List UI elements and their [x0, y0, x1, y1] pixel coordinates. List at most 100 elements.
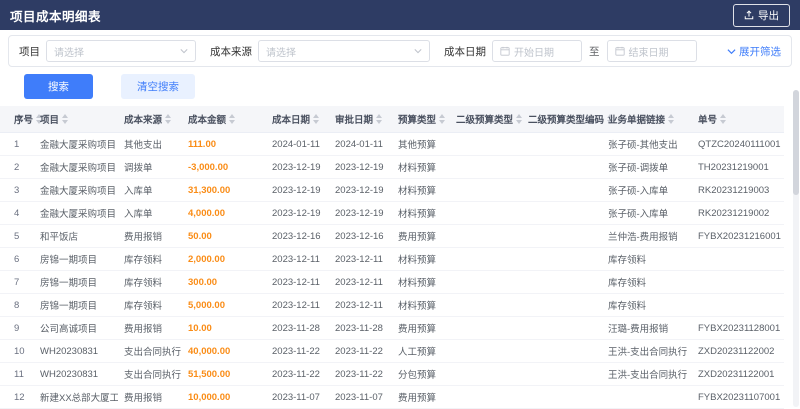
cell-cost-date: 2023-11-07 — [266, 385, 329, 409]
column-header-cost-amount[interactable]: 成本金额 — [182, 106, 266, 133]
page-title: 项目成本明细表 — [10, 9, 102, 24]
cell-sub-budget-type — [450, 132, 522, 156]
app-window: 项目成本明细表 导出 项目 请选择 成本来源 请选择 成本日期 开始日期 至 结… — [0, 0, 800, 409]
column-header-approve-date[interactable]: 审批日期 — [329, 106, 392, 133]
column-header-project[interactable]: 项目 — [34, 106, 118, 133]
cost-source-select[interactable]: 请选择 — [258, 40, 430, 62]
cell-doc-no: QTZC20240111001 — [692, 132, 784, 156]
cell-approve-date: 2023-11-28 — [329, 316, 392, 340]
cell-doc-no: FYBX20231128001 — [692, 316, 784, 340]
column-header-sub-budget-code[interactable]: 二级预算类型编码 — [522, 106, 614, 133]
cell-sub-budget-type — [450, 155, 522, 179]
cell-no: 12 — [0, 385, 34, 409]
cell-doc-link[interactable]: 张子硕-其他支出 — [602, 132, 692, 156]
column-header-doc-link[interactable]: 业务单据链接 — [602, 106, 692, 133]
column-label: 业务单据链接 — [608, 115, 666, 126]
cell-cost-date: 2023-12-11 — [266, 270, 329, 294]
expand-filter-toggle[interactable]: 展开筛选 — [727, 44, 781, 59]
expand-filter-label: 展开筛选 — [739, 45, 781, 58]
cell-sub-budget-code — [522, 201, 602, 225]
cell-budget-type: 材料预算 — [392, 247, 450, 271]
sort-icon — [229, 114, 236, 124]
column-label: 审批日期 — [335, 115, 374, 126]
cell-doc-no: RK20231219003 — [692, 178, 784, 202]
cell-approve-date: 2023-12-11 — [329, 293, 392, 317]
cell-sub-budget-type — [450, 270, 522, 294]
column-header-cost-date[interactable]: 成本日期 — [266, 106, 329, 133]
cell-budget-type: 材料预算 — [392, 293, 450, 317]
cell-budget-type: 费用预算 — [392, 224, 450, 248]
cell-project: 房锦一期项目 — [34, 293, 118, 317]
search-button[interactable]: 搜索 — [24, 74, 93, 99]
cell-cost-date: 2024-01-11 — [266, 132, 329, 156]
cell-doc-link[interactable]: 库存领料 — [602, 247, 692, 271]
column-header-no[interactable]: 序号 — [0, 106, 43, 133]
sort-icon — [439, 114, 446, 124]
cell-approve-date: 2023-11-22 — [329, 339, 392, 363]
cell-cost-date: 2023-11-22 — [266, 339, 329, 363]
cell-cost-source: 库存领料 — [118, 247, 182, 271]
export-button[interactable]: 导出 — [733, 3, 790, 27]
sort-icon — [516, 114, 523, 124]
cell-sub-budget-code — [522, 247, 602, 271]
cell-approve-date: 2023-11-22 — [329, 362, 392, 386]
cell-doc-link[interactable]: 张子硕-入库单 — [602, 201, 692, 225]
project-filter-label: 项目 — [19, 45, 40, 58]
cell-approve-date: 2023-12-19 — [329, 155, 392, 179]
vertical-scrollbar — [793, 90, 799, 407]
column-header-cost-source[interactable]: 成本来源 — [118, 106, 182, 133]
cell-doc-link[interactable]: 兰仲浩-费用报销 — [602, 224, 692, 248]
calendar-icon — [500, 46, 510, 56]
cell-project: 公司高诚项目 — [34, 316, 118, 340]
cell-no: 2 — [0, 155, 34, 179]
cell-no: 1 — [0, 132, 34, 156]
cell-approve-date: 2023-12-19 — [329, 178, 392, 202]
sort-icon — [376, 114, 383, 124]
project-select[interactable]: 请选择 — [46, 40, 196, 62]
column-header-sub-budget-type[interactable]: 二级预算类型 — [450, 106, 523, 133]
cell-doc-link[interactable]: 王洪-支出合同执行 — [602, 362, 692, 386]
cost-date-filter-label: 成本日期 — [444, 45, 486, 58]
chevron-down-icon — [727, 48, 736, 55]
cell-no: 5 — [0, 224, 34, 248]
end-date-input[interactable]: 结束日期 — [606, 40, 697, 62]
cell-doc-link[interactable]: 王洪-支出合同执行 — [602, 339, 692, 363]
clear-search-button[interactable]: 清空搜索 — [121, 74, 195, 99]
cell-sub-budget-code — [522, 316, 602, 340]
sort-icon — [165, 114, 172, 124]
cell-budget-type: 材料预算 — [392, 155, 450, 179]
cell-doc-no: ZXD20231122002 — [692, 339, 784, 363]
column-label: 成本日期 — [272, 115, 311, 126]
cell-budget-type: 费用预算 — [392, 316, 450, 340]
cell-cost-amount: 51,500.00 — [182, 362, 266, 386]
table-row: 2 金融大厦采购项目 调拨单 -3,000.00 2023-12-19 2023-12-1… — [0, 155, 784, 179]
cost-detail-table: 序号 项目 成本来源 成本金额 成本日期 审批日期 预算类型 二级预算类型 二级预算类型编码 业务… — [0, 106, 800, 409]
cell-budget-type: 材料预算 — [392, 270, 450, 294]
cell-no: 11 — [0, 362, 34, 386]
cell-project: 金融大厦采购项目 — [34, 178, 118, 202]
column-label: 二级预算类型编码 — [528, 115, 605, 126]
cell-project: WH20230831 — [34, 339, 118, 363]
scrollbar-thumb[interactable] — [793, 90, 799, 195]
cell-doc-no: FYBX20231107001 — [692, 385, 784, 409]
cell-cost-amount: 300.00 — [182, 270, 266, 294]
cell-doc-no: RK20231219002 — [692, 201, 784, 225]
table-row: 6 房锦一期项目 库存领料 2,000.00 2023-12-11 2023-12-11 材… — [0, 247, 784, 271]
table-row: 5 和平饭店 费用报销 50.00 2023-12-16 2023-12-16 费用预算 兰仲… — [0, 224, 784, 248]
cell-doc-link[interactable]: 张子硕-调拨单 — [602, 155, 692, 179]
start-date-input[interactable]: 开始日期 — [492, 40, 582, 62]
cell-doc-link[interactable]: 库存领料 — [602, 270, 692, 294]
column-header-budget-type[interactable]: 预算类型 — [392, 106, 450, 133]
cell-no: 10 — [0, 339, 34, 363]
column-header-doc-no[interactable]: 单号 — [692, 106, 784, 133]
cell-no: 9 — [0, 316, 34, 340]
cell-sub-budget-type — [450, 178, 522, 202]
cell-no: 6 — [0, 247, 34, 271]
column-label: 预算类型 — [398, 115, 437, 126]
filter-bar: 项目 请选择 成本来源 请选择 成本日期 开始日期 至 结束日期 展开筛选 — [8, 35, 792, 67]
cell-doc-link[interactable]: 张子硕-入库单 — [602, 178, 692, 202]
table-row: 8 房锦一期项目 库存领料 5,000.00 2023-12-11 2023-12-11 材… — [0, 293, 784, 317]
column-label: 项目 — [40, 115, 60, 126]
cell-doc-link[interactable]: 汪璐-费用报销 — [602, 316, 692, 340]
cell-doc-link[interactable]: 库存领料 — [602, 293, 692, 317]
